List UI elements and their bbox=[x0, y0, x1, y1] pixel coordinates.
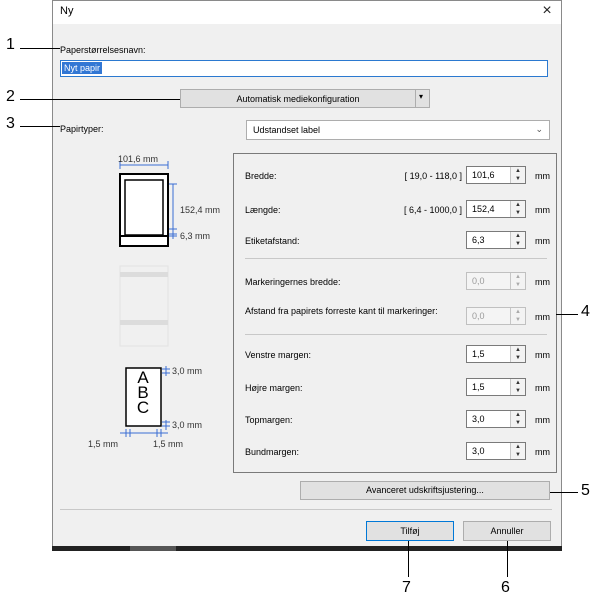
length-range: [ 6,4 - 1000,0 ] bbox=[403, 205, 462, 215]
separator bbox=[245, 258, 547, 259]
spin-up-icon: ▲ bbox=[515, 347, 521, 353]
left-margin-unit: mm bbox=[535, 350, 550, 360]
width-spinner[interactable]: 101,6 ▲ ▼ bbox=[466, 166, 526, 184]
bottom-margin-unit: mm bbox=[535, 447, 550, 457]
top-margin-label: Topmargen: bbox=[245, 415, 293, 425]
cancel-button[interactable]: Annuller bbox=[463, 521, 551, 541]
window-title: Ny bbox=[60, 5, 74, 17]
marker-width-spinner[interactable]: 0,0 ▲ ▼ bbox=[466, 272, 526, 290]
top-margin-unit: mm bbox=[535, 415, 550, 425]
callout-6-line bbox=[507, 541, 508, 577]
callout-3: 3 bbox=[6, 115, 15, 132]
spin-down-icon: ▼ bbox=[515, 317, 521, 323]
top-margin-dim-label: 3,0 mm bbox=[172, 366, 203, 376]
callout-2-line bbox=[20, 99, 180, 100]
spin-down-icon: ▼ bbox=[515, 452, 521, 458]
right-margin-unit: mm bbox=[535, 383, 550, 393]
width-range: [ 19,0 - 118,0 ] bbox=[404, 171, 462, 181]
marker-offset-spinner[interactable]: 0,0 ▲ ▼ bbox=[466, 307, 526, 325]
gap-unit: mm bbox=[535, 236, 550, 246]
callout-1-line bbox=[20, 48, 60, 49]
bottom-separator bbox=[60, 509, 552, 510]
callout-5-line bbox=[550, 492, 578, 493]
right-margin-label: Højre margen: bbox=[245, 383, 303, 393]
paper-name-value[interactable]: Nyt papir bbox=[62, 62, 103, 74]
left-margin-spinner[interactable]: 1,5 ▲ ▼ bbox=[466, 345, 526, 363]
spin-up-icon: ▲ bbox=[515, 274, 521, 280]
right-margin-spinner[interactable]: 1,5 ▲ ▼ bbox=[466, 378, 526, 396]
callout-5: 5 bbox=[581, 482, 590, 499]
spin-down-icon: ▼ bbox=[515, 176, 521, 182]
spin-down-icon: ▼ bbox=[515, 388, 521, 394]
add-button[interactable]: Tilføj bbox=[366, 521, 454, 541]
length-dim-label: 152,4 mm bbox=[180, 205, 221, 215]
spin-up-icon: ▲ bbox=[515, 412, 521, 418]
marker-offset-label: Afstand fra papirets forreste kant til m… bbox=[245, 306, 438, 316]
marker-band-top bbox=[120, 272, 168, 277]
callout-2: 2 bbox=[6, 88, 15, 105]
paper-type-select[interactable]: Udstandset label ⌄ bbox=[246, 120, 550, 140]
gap-dim-label: 6,3 mm bbox=[180, 231, 211, 241]
spin-down-icon: ▼ bbox=[515, 355, 521, 361]
width-label: Bredde: bbox=[245, 171, 277, 181]
dropdown-arrow-icon[interactable]: ▾ bbox=[419, 92, 423, 101]
spin-down-icon: ▼ bbox=[515, 282, 521, 288]
auto-media-config-button[interactable]: Automatisk mediekonfiguration ▾ bbox=[180, 89, 430, 108]
paper-name-input[interactable] bbox=[60, 60, 548, 77]
marker-offset-unit: mm bbox=[535, 312, 550, 322]
sample-text: A B C bbox=[136, 368, 150, 417]
spin-down-icon: ▼ bbox=[515, 241, 521, 247]
spin-up-icon: ▲ bbox=[515, 233, 521, 239]
marker-width-label: Markeringernes bredde: bbox=[245, 277, 341, 287]
marker-width-unit: mm bbox=[535, 277, 550, 287]
top-margin-spinner[interactable]: 3,0 ▲ ▼ bbox=[466, 410, 526, 428]
split-divider bbox=[415, 90, 416, 107]
title-bar bbox=[52, 0, 562, 24]
callout-7-line bbox=[408, 541, 409, 577]
close-icon[interactable]: × bbox=[538, 2, 556, 20]
taskbar-segment bbox=[130, 546, 176, 551]
next-label-shape bbox=[119, 235, 169, 247]
chevron-down-icon: ⌄ bbox=[535, 124, 543, 134]
gap-label: Etiketafstand: bbox=[245, 236, 300, 246]
gap-spinner[interactable]: 6,3 ▲ ▼ bbox=[466, 231, 526, 249]
callout-1: 1 bbox=[6, 36, 15, 53]
paper-type-label: Papirtyper: bbox=[60, 124, 104, 134]
right-margin-dim-label: 1,5 mm bbox=[153, 439, 184, 449]
marker-band-bottom bbox=[120, 320, 168, 325]
length-label: Længde: bbox=[245, 205, 281, 215]
left-margin-label: Venstre margen: bbox=[245, 350, 312, 360]
spin-up-icon: ▲ bbox=[515, 444, 521, 450]
print-area-shape bbox=[124, 179, 164, 236]
width-dim-label: 101,6 mm bbox=[118, 154, 159, 164]
advanced-adjust-button[interactable]: Avanceret udskriftsjustering... bbox=[300, 481, 550, 500]
paper-type-value: Udstandset label bbox=[253, 125, 321, 135]
callout-3-line bbox=[20, 126, 60, 127]
spin-up-icon: ▲ bbox=[515, 309, 521, 315]
spin-down-icon: ▼ bbox=[515, 420, 521, 426]
width-unit: mm bbox=[535, 171, 550, 181]
left-margin-dim-label: 1,5 mm bbox=[88, 439, 119, 449]
callout-4-line bbox=[556, 314, 578, 315]
spin-up-icon: ▲ bbox=[515, 202, 521, 208]
callout-6: 6 bbox=[501, 579, 510, 596]
length-spinner[interactable]: 152,4 ▲ ▼ bbox=[466, 200, 526, 218]
taskbar-strip bbox=[52, 546, 562, 551]
callout-4: 4 bbox=[581, 303, 590, 320]
length-unit: mm bbox=[535, 205, 550, 215]
bottom-margin-dim-label: 3,0 mm bbox=[172, 420, 203, 430]
marker-preview-shape bbox=[119, 265, 169, 347]
separator bbox=[245, 334, 547, 335]
auto-media-config-label: Automatisk mediekonfiguration bbox=[236, 94, 360, 104]
paper-name-label: Paperstørrelsesnavn: bbox=[60, 45, 146, 55]
callout-7: 7 bbox=[402, 579, 411, 596]
spin-down-icon: ▼ bbox=[515, 210, 521, 216]
spin-up-icon: ▲ bbox=[515, 380, 521, 386]
bottom-margin-spinner[interactable]: 3,0 ▲ ▼ bbox=[466, 442, 526, 460]
label-preview bbox=[119, 161, 177, 437]
spin-up-icon: ▲ bbox=[515, 168, 521, 174]
bottom-margin-label: Bundmargen: bbox=[245, 447, 300, 457]
